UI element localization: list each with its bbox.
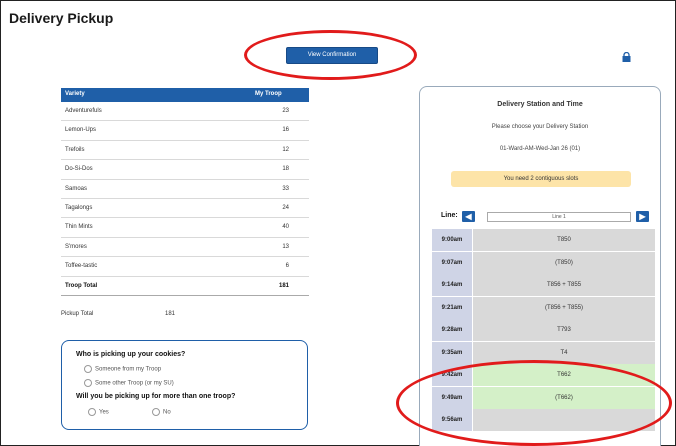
troop-total-label: Troop Total — [65, 282, 98, 289]
highlight-annotation-slots — [396, 360, 672, 446]
variety-name: Tagalongs — [65, 204, 93, 211]
line-select[interactable]: Line 1 — [487, 212, 631, 222]
previous-line-button[interactable]: ◀ — [462, 211, 475, 222]
time-slot[interactable]: 9:21am (T856 + T855) — [432, 296, 655, 320]
slot-assignment[interactable]: (T850) — [473, 251, 655, 274]
slot-time: 9:00am — [432, 229, 472, 251]
pickup-questions-panel: Who is picking up your cookies? Someone … — [61, 340, 308, 430]
question-multiple-troops: Will you be picking up for more than one… — [76, 393, 236, 400]
slot-time: 9:35am — [432, 341, 472, 364]
highlight-annotation-button — [244, 30, 417, 80]
variety-count: 6 — [285, 263, 289, 270]
table-row: Lemon-Ups 16 — [61, 121, 309, 141]
radio-circle[interactable] — [84, 365, 92, 373]
slot-time: 9:07am — [432, 251, 472, 274]
radio-circle[interactable] — [88, 408, 96, 416]
next-line-button[interactable]: ▶ — [636, 211, 649, 222]
variety-count: 24 — [282, 204, 289, 211]
variety-name: Thin Mints — [65, 224, 93, 231]
table-row: Thin Mints 40 — [61, 218, 309, 238]
variety-count: 40 — [282, 224, 289, 231]
troop-total-row: Troop Total 181 — [61, 277, 309, 296]
table-row: Trefoils 12 — [61, 141, 309, 161]
time-slot[interactable]: 9:14am T856 + T855 — [432, 274, 655, 297]
variety-name: Adventurefuls — [65, 108, 102, 114]
table-row: S'mores 13 — [61, 238, 309, 258]
radio-label: Yes — [99, 409, 109, 416]
page-title: Delivery Pickup — [9, 10, 114, 26]
variety-count: 16 — [282, 127, 289, 134]
table-row: Do-Si-Dos 18 — [61, 160, 309, 180]
table-row: Toffee-tastic 6 — [61, 257, 309, 277]
line-selector: Line: ◀ Line 1 ▶ — [420, 210, 660, 224]
troop-total-value: 181 — [278, 282, 289, 289]
variety-count: 23 — [282, 108, 289, 114]
variety-count: 13 — [282, 243, 289, 250]
table-row: Adventurefuls 23 — [61, 102, 309, 122]
variety-count: 12 — [282, 146, 289, 153]
variety-count: 33 — [282, 185, 289, 192]
pickup-total-label: Pickup Total — [61, 311, 94, 317]
radio-label: No — [163, 409, 171, 416]
radio-label: Some other Troop (or my SU) — [95, 380, 174, 387]
variety-name: Trefoils — [65, 146, 85, 153]
radio-circle[interactable] — [84, 379, 92, 387]
variety-name: Lemon-Ups — [65, 127, 97, 134]
pickup-total: Pickup Total 181 — [61, 311, 175, 317]
station-prompt: Please choose your Delivery Station — [491, 124, 589, 130]
question-who-picking-up: Who is picking up your cookies? — [76, 351, 186, 358]
slot-time: 9:21am — [432, 296, 472, 319]
slot-time: 9:28am — [432, 319, 472, 341]
line-label: Line: — [441, 212, 458, 219]
radio-option-other-troop[interactable]: Some other Troop (or my SU) — [84, 379, 174, 387]
table-header: Variety My Troop — [61, 88, 309, 102]
time-slot[interactable]: 9:00am T850 — [432, 229, 655, 252]
pickup-total-value: 181 — [165, 311, 176, 317]
variety-name: Samoas — [65, 185, 88, 192]
column-header-my-troop: My Troop — [255, 91, 282, 97]
slot-assignment[interactable]: (T856 + T855) — [473, 296, 655, 319]
radio-option-my-troop[interactable]: Someone from my Troop — [84, 365, 161, 373]
variety-count: 18 — [282, 166, 289, 173]
slot-time: 9:14am — [432, 274, 472, 296]
radio-label: Someone from my Troop — [95, 366, 162, 373]
slot-assignment[interactable]: T850 — [473, 229, 655, 251]
variety-name: S'mores — [65, 243, 87, 250]
contiguous-slots-warning: You need 2 contiguous slots — [451, 171, 631, 187]
radio-circle[interactable] — [152, 408, 160, 416]
lock-icon[interactable] — [622, 49, 631, 62]
table-row: Tagalongs 24 — [61, 199, 309, 219]
station-select[interactable]: 01-Ward-AM-Wed-Jan 26 (01) — [420, 146, 660, 152]
radio-option-no[interactable]: No — [152, 408, 171, 416]
variety-name: Toffee-tastic — [65, 263, 98, 270]
station-title: Delivery Station and Time — [497, 101, 583, 108]
column-header-variety: Variety — [65, 91, 85, 97]
radio-option-yes[interactable]: Yes — [88, 408, 109, 416]
variety-name: Do-Si-Dos — [65, 166, 93, 173]
time-slot[interactable]: 9:07am (T850) — [432, 251, 655, 275]
variety-table: Variety My Troop Adventurefuls 23 Lemon-Up… — [61, 88, 309, 296]
slot-assignment[interactable]: T793 — [473, 319, 655, 341]
time-slot[interactable]: 9:28am T793 — [432, 319, 655, 342]
table-row: Samoas 33 — [61, 180, 309, 199]
slot-assignment[interactable]: T856 + T855 — [473, 274, 655, 296]
